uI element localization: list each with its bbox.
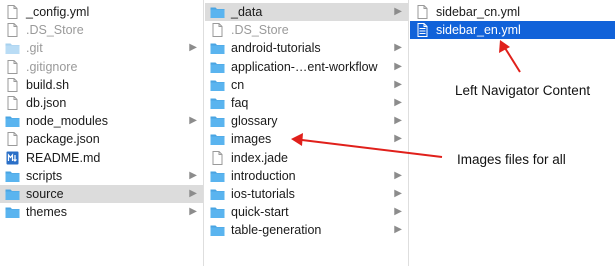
annotation-arrows (291, 40, 521, 158)
arrow-to-sidebar-en (504, 47, 521, 73)
arrow-to-images (301, 139, 443, 158)
annotation-images-files: Images files for all (457, 152, 566, 167)
arrowhead-icon (291, 133, 303, 146)
arrowhead-icon (499, 40, 510, 53)
annotation-left-navigator: Left Navigator Content (455, 83, 591, 98)
